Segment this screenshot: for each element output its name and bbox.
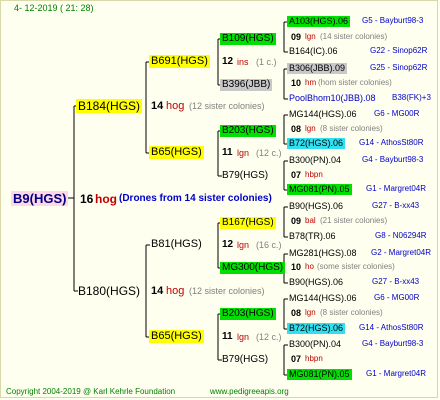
- gen3-code: hbpn: [305, 170, 323, 179]
- gen1-gen: 14: [151, 100, 164, 112]
- gen3-name[interactable]: B203(HGS): [220, 125, 276, 137]
- gen4-ref: G6 - MG00R: [374, 109, 420, 118]
- gen4-ref: G25 - Sinop62R: [370, 63, 428, 72]
- gen3-note: (hom sister colonies): [318, 78, 392, 87]
- gen3-note: (21 sister colonies): [320, 216, 388, 225]
- gen3-note: (some sister colonies): [317, 262, 395, 271]
- gen3-gen: 09: [291, 32, 302, 42]
- gen3-note: (14 sister colonies): [320, 32, 388, 41]
- gen4-ref: G4 - Bayburt98-3: [362, 155, 424, 164]
- root-gen: 16: [80, 192, 94, 206]
- gen3-name[interactable]: B109(HGS): [220, 33, 276, 45]
- gen3-note: (8 sister colonies): [320, 308, 383, 317]
- gen3-code: ho: [305, 262, 314, 271]
- gen3-name[interactable]: B203(HGS): [220, 308, 276, 320]
- gen4-name[interactable]: B306(JBB).09: [287, 63, 348, 74]
- gen4-ref: B38(FK)+3: [392, 93, 431, 102]
- gen3-code: hbpn: [305, 354, 323, 363]
- gen2-code: lgn: [237, 332, 250, 342]
- gen4-name[interactable]: B90(HGS).06: [289, 278, 343, 287]
- header-date: 4- 12-2019 ( 21: 28): [14, 3, 94, 13]
- gen4-ref: G1 - Margret04R: [366, 369, 427, 378]
- gen2-note: (12 c.): [256, 148, 282, 158]
- gen4-ref: G27 - B-xx43: [372, 277, 420, 286]
- root-name[interactable]: B9(HGS): [11, 191, 69, 206]
- gen3-name[interactable]: B79(HGS): [222, 171, 268, 181]
- gen2-gen: 11: [222, 147, 233, 158]
- gen3-name[interactable]: B167(HGS): [220, 217, 276, 229]
- gen2-name[interactable]: B81(HGS): [151, 239, 202, 250]
- gen2-note: (16 c.): [256, 240, 282, 250]
- gen3-name[interactable]: MG300(HGS): [220, 262, 286, 274]
- gen2-name[interactable]: B65(HGS): [149, 146, 204, 159]
- gen2-code: lgn: [237, 240, 250, 250]
- gen4-name[interactable]: PoolBhom10(JBB).08: [289, 94, 376, 103]
- gen3-gen: 08: [291, 308, 302, 318]
- gen4-name[interactable]: MG144(HGS).06: [289, 110, 357, 119]
- gen4-ref: G4 - Bayburt98-3: [362, 339, 424, 348]
- gen4-name[interactable]: MG081(PN).05: [287, 369, 352, 380]
- gen1-name[interactable]: B180(HGS): [78, 285, 140, 297]
- gen1-code: hog: [166, 100, 185, 112]
- gen4-name[interactable]: B90(HGS).06: [289, 202, 343, 211]
- gen2-gen: 12: [222, 56, 234, 67]
- gen4-ref: G27 - B-xx43: [372, 201, 420, 210]
- gen4-ref: G14 - AthosSt80R: [359, 323, 424, 332]
- gen1-note: (12 sister colonies): [189, 286, 265, 296]
- gen4-ref: G5 - Bayburt98-3: [362, 16, 424, 25]
- gen1-gen: 14: [151, 285, 164, 297]
- gen4-name[interactable]: A103(HGS).06: [287, 16, 351, 27]
- gen4-ref: G2 - Margret04R: [371, 248, 432, 257]
- gen3-code: lgn: [305, 308, 316, 317]
- gen4-name[interactable]: MG081(PN).05: [287, 184, 352, 195]
- gen3-gen: 09: [291, 216, 302, 226]
- gen3-name[interactable]: B396(JBB): [220, 79, 273, 91]
- gen3-gen: 07: [291, 170, 302, 180]
- gen2-note: (1 c.): [256, 57, 277, 67]
- gen3-code: hm: [305, 78, 317, 87]
- gen3-name[interactable]: B79(HGS): [222, 355, 268, 365]
- gen1-name[interactable]: B184(HGS): [76, 99, 143, 113]
- gen3-code: lgn: [305, 32, 316, 41]
- gen4-name[interactable]: MG144(HGS).06: [289, 294, 357, 303]
- gen2-code: lgn: [237, 148, 250, 158]
- root-note: (Drones from 14 sister colonies): [119, 193, 272, 204]
- gen4-ref: G1 - Margret04R: [366, 184, 427, 193]
- gen1-code: hog: [166, 285, 185, 297]
- gen3-code: bal: [305, 216, 316, 225]
- gen2-gen: 11: [222, 331, 233, 342]
- gen4-name[interactable]: B78(TR).06: [289, 232, 336, 241]
- gen4-name[interactable]: B72(HGS).06: [287, 138, 346, 149]
- gen2-name[interactable]: B65(HGS): [149, 330, 204, 343]
- gen4-ref: G22 - Sinop62R: [370, 46, 428, 55]
- root-code: hog: [95, 192, 117, 206]
- gen1-note: (12 sister colonies): [189, 101, 265, 111]
- gen3-code: lgn: [305, 124, 316, 133]
- gen3-gen: 10: [291, 78, 302, 88]
- gen3-note: (8 sister colonies): [320, 124, 383, 133]
- gen4-name[interactable]: MG281(HGS).08: [289, 249, 357, 258]
- footer-copyright: Copyright 2004-2019 @ Karl Kehrle Founda…: [6, 387, 176, 396]
- gen4-name[interactable]: B300(PN).04: [289, 156, 341, 165]
- gen3-gen: 07: [291, 354, 302, 364]
- gen3-gen: 08: [291, 124, 302, 134]
- gen4-name[interactable]: B72(HGS).06: [287, 323, 346, 334]
- gen4-ref: G6 - MG00R: [374, 293, 420, 302]
- gen2-gen: 12: [222, 239, 234, 250]
- gen2-code: ins: [237, 57, 249, 67]
- gen2-note: (12 c.): [256, 332, 282, 342]
- gen4-ref: G14 - AthosSt80R: [359, 138, 424, 147]
- gen2-name[interactable]: B691(HGS): [149, 55, 210, 68]
- footer-site[interactable]: www.pedigreeapis.org: [210, 388, 289, 396]
- gen4-ref: G8 - N06294R: [375, 231, 427, 240]
- gen3-gen: 10: [291, 262, 302, 272]
- gen4-name[interactable]: B164(IC).06: [289, 47, 338, 56]
- gen4-name[interactable]: B300(PN).04: [289, 340, 341, 349]
